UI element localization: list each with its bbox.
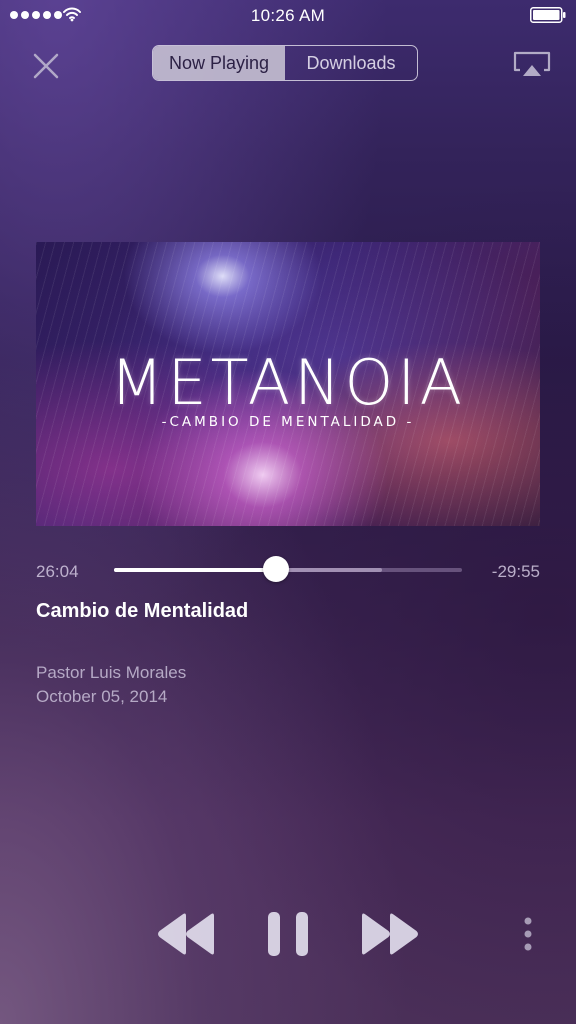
sermon-date: October 05, 2014: [36, 687, 168, 706]
artwork-subtitle: -CAMBIO DE MENTALIDAD -: [161, 414, 415, 430]
played-bar: [114, 568, 277, 572]
progress-thumb[interactable]: [263, 556, 290, 582]
speaker-name: Pastor Luis Morales: [36, 663, 187, 682]
tab-now-playing[interactable]: Now Playing: [153, 46, 285, 80]
remaining-time: -29:55: [491, 562, 540, 581]
elapsed-time: 26:04: [36, 562, 79, 581]
album-artwork: METANOIA -CAMBIO DE MENTALIDAD -: [36, 242, 540, 526]
battery-icon: [530, 7, 566, 23]
close-icon[interactable]: [30, 50, 62, 82]
tab-downloads[interactable]: Downloads: [285, 46, 417, 80]
status-bar: 10:26 AM: [0, 0, 576, 30]
rewind-icon[interactable]: [156, 910, 216, 958]
pause-icon[interactable]: [266, 910, 310, 958]
more-vertical-icon[interactable]: [518, 914, 538, 954]
segmented-control: Now Playing Downloads: [152, 45, 418, 81]
airplay-icon[interactable]: [512, 50, 552, 78]
artwork-title: METANOIA: [109, 346, 467, 419]
status-time: 10:26 AM: [250, 6, 326, 25]
fast-forward-icon[interactable]: [360, 910, 420, 958]
track-title: Cambio de Mentalidad: [36, 600, 249, 622]
